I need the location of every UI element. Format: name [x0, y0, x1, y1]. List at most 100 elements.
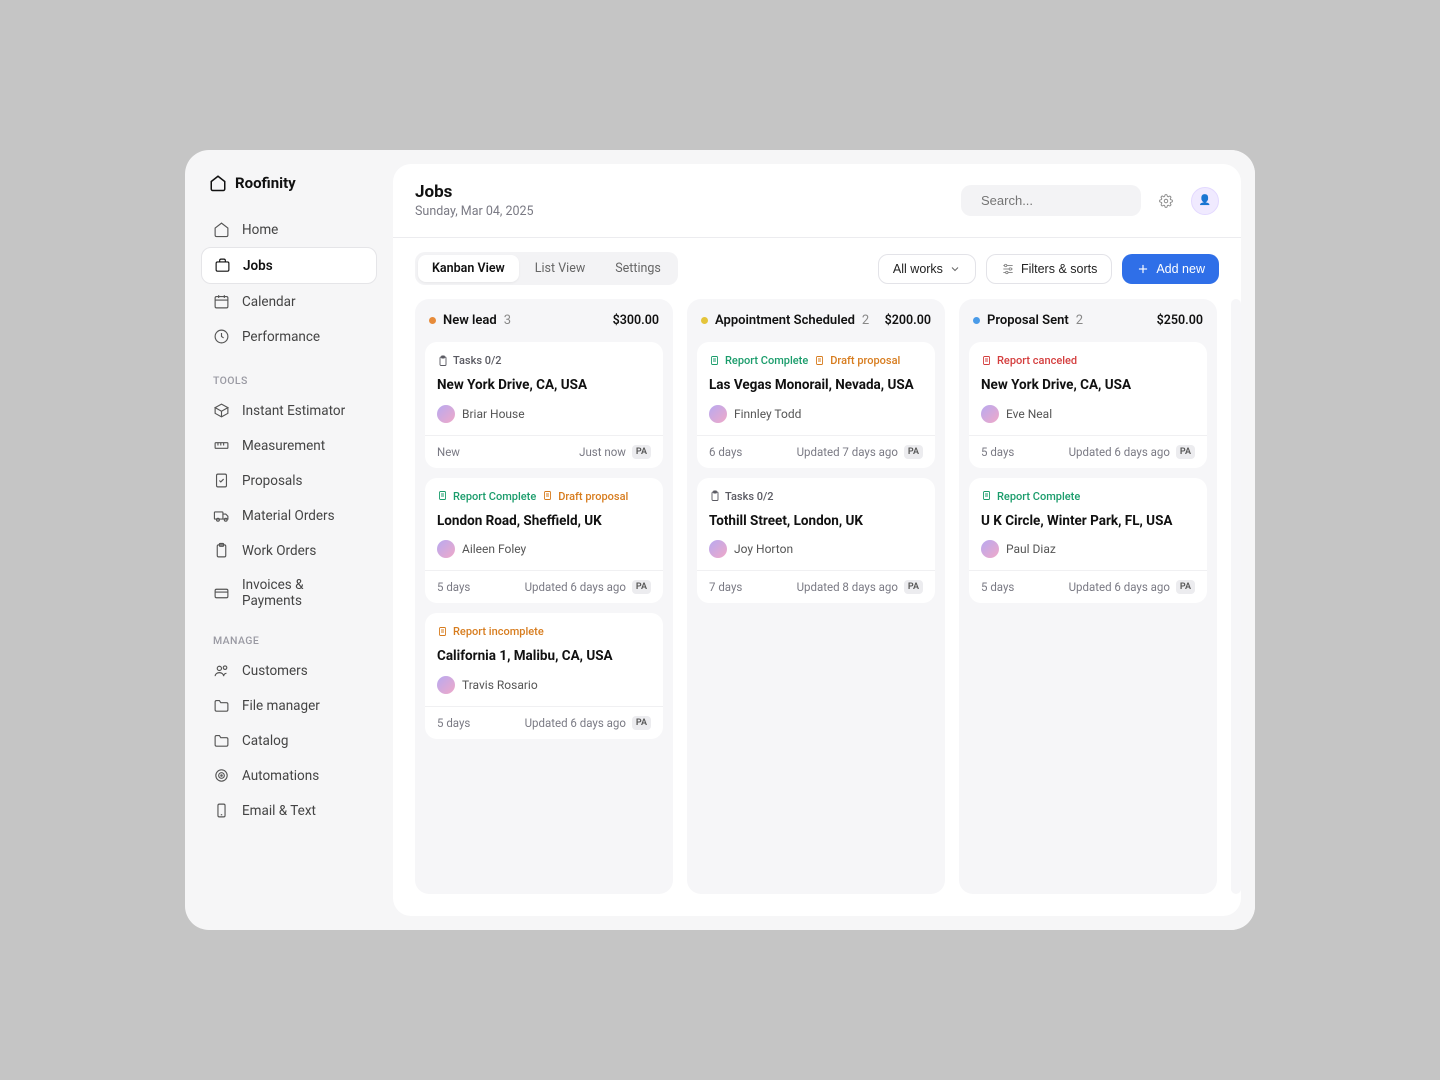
main: Jobs Sunday, Mar 04, 2025 👤 Kanban ViewL…: [393, 150, 1255, 930]
nav-measurement[interactable]: Measurement: [201, 428, 377, 463]
updated-text: Updated 7 days ago: [797, 445, 898, 459]
box-icon: [213, 402, 230, 419]
nav-label: Proposals: [242, 473, 303, 489]
job-card[interactable]: Report canceled New York Drive, CA, USA …: [969, 342, 1207, 468]
card-title: New York Drive, CA, USA: [981, 377, 1195, 395]
job-card[interactable]: Report incomplete California 1, Malibu, …: [425, 613, 663, 739]
pa-badge: PA: [904, 580, 923, 594]
nav-home[interactable]: Home: [201, 212, 377, 247]
nav-label: Customers: [242, 663, 308, 679]
card-body: Report Complete Draft proposal London Ro…: [425, 478, 663, 571]
nav-proposals[interactable]: Proposals: [201, 463, 377, 498]
search-box[interactable]: [961, 185, 1141, 216]
updated-text: Updated 6 days ago: [525, 716, 626, 730]
card-age: 7 days: [709, 580, 742, 594]
column-amount: $250.00: [1157, 313, 1203, 328]
column-count: 2: [1076, 313, 1083, 328]
job-card[interactable]: Tasks 0/2 Tothill Street, London, UK Joy…: [697, 478, 935, 604]
job-card[interactable]: Report Complete Draft proposal London Ro…: [425, 478, 663, 604]
job-card[interactable]: Tasks 0/2 New York Drive, CA, USA Briar …: [425, 342, 663, 468]
pa-badge: PA: [1176, 445, 1195, 459]
card-assignee: Aileen Foley: [437, 540, 651, 558]
job-card[interactable]: Report Complete U K Circle, Winter Park,…: [969, 478, 1207, 604]
badge-text: Report Complete: [453, 490, 536, 503]
toolbar: Kanban ViewList ViewSettings All works F…: [393, 238, 1241, 299]
sidebar-section-label: TOOLS: [201, 358, 377, 393]
sidebar: Roofinity HomeJobsCalendar Performance TO…: [185, 150, 393, 930]
chevron-down-icon: [949, 263, 961, 275]
card-title: U K Circle, Winter Park, FL, USA: [981, 513, 1195, 531]
header-titles: Jobs Sunday, Mar 04, 2025: [415, 182, 534, 219]
tab-settings[interactable]: Settings: [601, 255, 675, 282]
assignee-name: Paul Diaz: [1006, 542, 1056, 556]
status-badge: Tasks 0/2: [709, 490, 774, 503]
badge-text: Report incomplete: [453, 625, 544, 638]
card-title: London Road, Sheffield, UK: [437, 513, 651, 531]
clipboard-icon: [437, 355, 449, 367]
card-age: New: [437, 445, 460, 459]
card-assignee: Paul Diaz: [981, 540, 1195, 558]
filters-sorts-button[interactable]: Filters & sorts: [986, 254, 1112, 284]
card-assignee: Joy Horton: [709, 540, 923, 558]
home-icon: [209, 174, 227, 192]
column-amount: $300.00: [613, 313, 659, 328]
nav-label: Material Orders: [242, 508, 335, 524]
column: Proposal Sent 2 $250.00 Report canceled …: [959, 299, 1217, 894]
nav-jobs[interactable]: Jobs: [201, 247, 377, 284]
badge-text: Report Complete: [997, 490, 1080, 503]
card-body: Tasks 0/2 New York Drive, CA, USA Briar …: [425, 342, 663, 435]
nav-material-orders[interactable]: Material Orders: [201, 498, 377, 533]
folder-icon: [213, 732, 230, 749]
card-age: 5 days: [437, 580, 470, 594]
card-body: Report incomplete California 1, Malibu, …: [425, 613, 663, 706]
sliders-icon: [1001, 262, 1015, 276]
nav-invoices-payments[interactable]: Invoices & Payments: [201, 568, 377, 618]
card-age: 5 days: [981, 580, 1014, 594]
nav-work-orders[interactable]: Work Orders: [201, 533, 377, 568]
card-footer: 6 days Updated 7 days ago PA: [697, 435, 935, 468]
column: New lead 3 $300.00 Tasks 0/2 New York Dr…: [415, 299, 673, 894]
tab-list-view[interactable]: List View: [521, 255, 599, 282]
nav-label: Performance: [242, 329, 320, 345]
card-assignee: Travis Rosario: [437, 676, 651, 694]
card-badges: Report canceled: [981, 354, 1195, 367]
updated-text: Updated 8 days ago: [797, 580, 898, 594]
home-icon: [213, 221, 230, 238]
pa-badge: PA: [632, 580, 651, 594]
settings-button[interactable]: [1151, 186, 1181, 216]
brand-logo: Roofinity: [201, 174, 377, 208]
gear-icon: [1159, 194, 1173, 208]
status-dot: [429, 317, 436, 324]
card-updated: Just now PA: [579, 445, 651, 459]
nav-email-text[interactable]: Email & Text: [201, 793, 377, 828]
assignee-name: Aileen Foley: [462, 542, 526, 556]
user-avatar[interactable]: 👤: [1191, 187, 1219, 215]
nav-label: Invoices & Payments: [242, 577, 365, 609]
nav-file-manager[interactable]: File manager: [201, 688, 377, 723]
card-updated: Updated 6 days ago PA: [525, 580, 651, 594]
status-badge: Report incomplete: [437, 625, 544, 638]
nav-calendar[interactable]: Calendar: [201, 284, 377, 319]
card-badges: Tasks 0/2: [709, 490, 923, 503]
card-footer: 5 days Updated 6 days ago PA: [425, 570, 663, 603]
status-badge: Draft proposal: [542, 490, 628, 503]
doc-icon: [437, 490, 449, 502]
nav-instant-estimator[interactable]: Instant Estimator: [201, 393, 377, 428]
header: Jobs Sunday, Mar 04, 2025 👤: [393, 164, 1241, 238]
kanban-board: New lead 3 $300.00 Tasks 0/2 New York Dr…: [393, 299, 1241, 916]
avatar: [709, 405, 727, 423]
nav-performance[interactable]: Performance: [201, 319, 377, 354]
nav-automations[interactable]: Automations: [201, 758, 377, 793]
card-body: Report Complete Draft proposal Las Vegas…: [697, 342, 935, 435]
add-new-button[interactable]: Add new: [1122, 254, 1219, 284]
nav-catalog[interactable]: Catalog: [201, 723, 377, 758]
tab-kanban-view[interactable]: Kanban View: [418, 255, 519, 282]
nav-label: Catalog: [242, 733, 288, 749]
job-card[interactable]: Report Complete Draft proposal Las Vegas…: [697, 342, 935, 468]
search-input[interactable]: [981, 193, 1157, 208]
filters-label: Filters & sorts: [1021, 262, 1097, 276]
card-body: Report Complete U K Circle, Winter Park,…: [969, 478, 1207, 571]
works-filter-button[interactable]: All works: [878, 254, 976, 284]
card-footer: 5 days Updated 6 days ago PA: [969, 435, 1207, 468]
nav-customers[interactable]: Customers: [201, 653, 377, 688]
